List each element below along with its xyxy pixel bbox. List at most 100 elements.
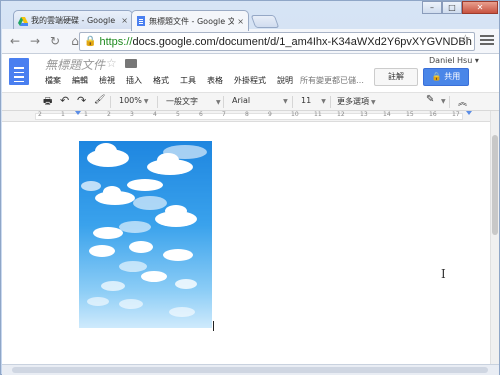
document-canvas[interactable]: I bbox=[2, 122, 490, 364]
save-status: 所有變更都已儲… bbox=[300, 76, 364, 85]
ibeam-cursor-icon: I bbox=[441, 267, 446, 281]
ruler-number: 13 bbox=[360, 111, 368, 118]
tab-close-icon[interactable]: × bbox=[237, 17, 244, 26]
menu-table[interactable]: 表格 bbox=[207, 75, 223, 86]
left-indent-marker[interactable] bbox=[75, 111, 81, 115]
close-window-button[interactable]: ✕ bbox=[462, 1, 498, 14]
ruler-number: 11 bbox=[314, 111, 322, 118]
docs-home-icon[interactable] bbox=[9, 58, 29, 85]
docs-icon bbox=[137, 16, 145, 26]
menu-format[interactable]: 格式 bbox=[153, 75, 169, 86]
font-value: Arial bbox=[232, 96, 251, 105]
ruler-number: 7 bbox=[222, 111, 226, 118]
toolbar-divider bbox=[292, 96, 293, 108]
menu-file[interactable]: 檔案 bbox=[45, 75, 61, 86]
tab-title: 無標題文件 - Google 文 bbox=[149, 16, 235, 26]
ruler-number: 4 bbox=[153, 111, 157, 118]
tab-google-drive[interactable]: 我的雲端硬碟 - Google 雲 × bbox=[13, 10, 133, 30]
chevron-down-icon: ▼ bbox=[143, 98, 149, 105]
tab-strip: 我的雲端硬碟 - Google 雲 × 無標題文件 - Google 文 × –… bbox=[1, 1, 500, 31]
minimize-button[interactable]: – bbox=[422, 1, 442, 14]
text-cursor bbox=[213, 321, 214, 331]
menu-view[interactable]: 檢視 bbox=[99, 75, 115, 86]
tab-google-docs[interactable]: 無標題文件 - Google 文 × bbox=[131, 10, 249, 31]
ruler-number: 15 bbox=[406, 111, 414, 118]
chevron-down-icon[interactable]: ▼ bbox=[439, 96, 446, 105]
ruler-number: 16 bbox=[429, 111, 437, 118]
ruler-number: 2 bbox=[38, 111, 42, 118]
new-tab-button[interactable] bbox=[250, 15, 280, 28]
menu-help[interactable]: 說明 bbox=[277, 75, 293, 86]
ruler-number: 2 bbox=[107, 111, 111, 118]
style-select[interactable]: 一般文字 ▼ bbox=[166, 96, 221, 107]
tab-title: 我的雲端硬碟 - Google 雲 bbox=[31, 16, 119, 25]
forward-button[interactable]: → bbox=[25, 31, 45, 51]
url-path: docs.google.com/document/d/1_am4Ihx-K34a… bbox=[132, 35, 472, 48]
maximize-button[interactable]: □ bbox=[442, 1, 462, 14]
menu-bar: 檔案 編輯 檢視 插入 格式 工具 表格 外掛程式 說明 bbox=[45, 75, 304, 86]
star-icon[interactable]: ☆ bbox=[106, 56, 117, 70]
chevron-down-icon: ▼ bbox=[321, 98, 326, 105]
ruler-number: 8 bbox=[245, 111, 249, 118]
menu-addons[interactable]: 外掛程式 bbox=[234, 75, 266, 86]
user-account[interactable]: Daniel Hsu ▾ bbox=[429, 56, 479, 65]
more-options-select[interactable]: 更多選項 ▼ bbox=[337, 96, 376, 107]
chevron-down-icon: ▼ bbox=[216, 99, 221, 106]
ruler-number: 6 bbox=[199, 111, 203, 118]
lock-icon: 🔒 bbox=[84, 36, 97, 47]
comments-button[interactable]: 註解 bbox=[374, 68, 418, 86]
chevron-down-icon: ▼ bbox=[371, 99, 376, 106]
ruler-number: 9 bbox=[268, 111, 272, 118]
toolbar-divider bbox=[330, 96, 331, 108]
toolbar-divider bbox=[110, 96, 111, 108]
sky-clouds-image[interactable] bbox=[79, 141, 212, 328]
ruler-track bbox=[35, 113, 463, 120]
paint-format-icon[interactable]: 🖌 bbox=[94, 95, 105, 105]
menu-tools[interactable]: 工具 bbox=[180, 75, 196, 86]
right-indent-marker[interactable] bbox=[466, 111, 472, 115]
toolbar-divider bbox=[223, 96, 224, 108]
docs-header: 無標題文件 ☆ 檔案 編輯 檢視 插入 格式 工具 表格 外掛程式 說明 所有變… bbox=[2, 54, 499, 92]
window-controls: – □ ✕ bbox=[422, 1, 498, 15]
ruler-number: 17 bbox=[452, 111, 460, 118]
menu-edit[interactable]: 編輯 bbox=[72, 75, 88, 86]
folder-icon[interactable] bbox=[125, 59, 137, 68]
more-options-label: 更多選項 bbox=[337, 97, 369, 106]
font-size-value: 11 bbox=[301, 96, 312, 105]
zoom-select[interactable]: 100% ▼ bbox=[119, 96, 149, 105]
ruler: 2 1 1 2 3 4 5 6 7 8 9 10 11 12 13 14 15 16 17 bbox=[2, 111, 490, 122]
print-icon[interactable]: 🖶 bbox=[43, 94, 52, 111]
document-title[interactable]: 無標題文件 bbox=[45, 56, 105, 73]
toolbar-divider bbox=[449, 96, 450, 108]
scrollbar-thumb[interactable] bbox=[12, 367, 488, 373]
collapse-toolbar-icon[interactable]: ︽ bbox=[458, 95, 467, 108]
zoom-value: 100% bbox=[119, 96, 142, 105]
ruler-number: 14 bbox=[383, 111, 391, 118]
menu-insert[interactable]: 插入 bbox=[126, 75, 142, 86]
back-button[interactable]: ← bbox=[5, 31, 25, 51]
undo-icon[interactable]: ↶ bbox=[60, 94, 69, 107]
browser-window: 我的雲端硬碟 - Google 雲 × 無標題文件 - Google 文 × –… bbox=[0, 0, 500, 375]
drive-icon bbox=[18, 16, 28, 26]
editor-toolbar: 🖶 ↶ ↷ 🖌 100% ▼ 一般文字 ▼ Arial ▼ 11 ▼ 更多選項 ▼ ✎ ▼… bbox=[2, 92, 499, 111]
horizontal-scrollbar[interactable] bbox=[2, 364, 499, 375]
url-scheme: https:// bbox=[99, 35, 133, 48]
ruler-number: 5 bbox=[176, 111, 180, 118]
address-bar[interactable]: 🔒 https://docs.google.com/document/d/1_a… bbox=[79, 32, 475, 51]
pen-icon[interactable]: ✎ bbox=[426, 94, 434, 105]
browser-menu-icon[interactable] bbox=[480, 35, 494, 47]
chevron-down-icon: ▼ bbox=[283, 98, 288, 105]
font-select[interactable]: Arial ▼ bbox=[232, 96, 288, 105]
reload-button[interactable]: ↻ bbox=[45, 31, 65, 51]
font-size-select[interactable]: 11 ▼ bbox=[301, 96, 326, 105]
ruler-number: 10 bbox=[291, 111, 299, 118]
ruler-number: 3 bbox=[130, 111, 134, 118]
bookmark-star-icon[interactable]: ☆ bbox=[460, 32, 471, 46]
redo-icon[interactable]: ↷ bbox=[77, 94, 86, 107]
browser-toolbar: ← → ↻ ⌂ 🔒 https://docs.google.com/docume… bbox=[2, 29, 499, 54]
share-button[interactable]: 🔒 共用 bbox=[423, 68, 469, 86]
ruler-number: 12 bbox=[337, 111, 345, 118]
scrollbar-thumb[interactable] bbox=[492, 135, 498, 235]
vertical-scrollbar[interactable] bbox=[490, 111, 499, 364]
tab-close-icon[interactable]: × bbox=[121, 16, 128, 25]
